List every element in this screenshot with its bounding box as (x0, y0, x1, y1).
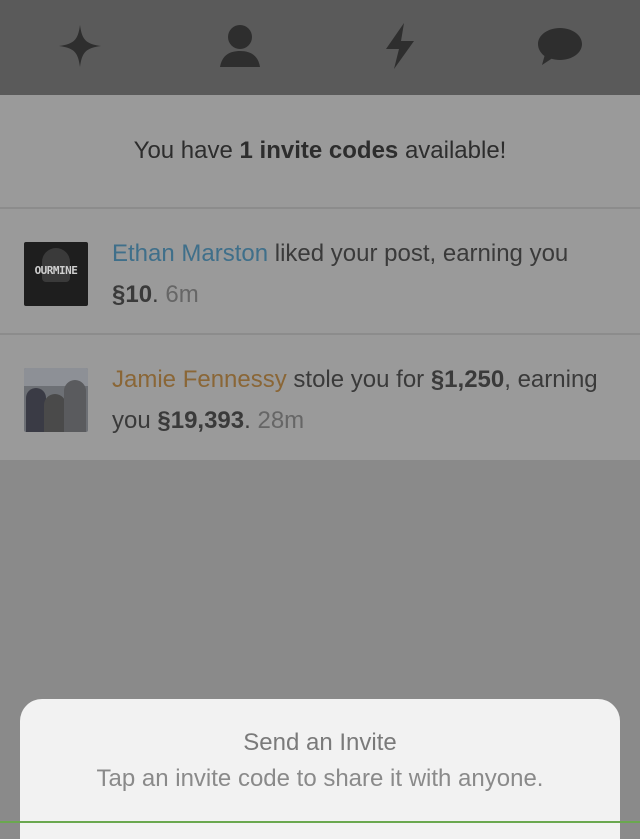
chat-bubble-icon (538, 28, 582, 65)
tab-profile[interactable] (210, 20, 270, 72)
avatar[interactable]: OURMINE (24, 242, 88, 306)
avatar[interactable] (24, 368, 88, 432)
avatar-logo-text: OURMINE (34, 264, 78, 277)
notification-body: liked your post, earning you (268, 240, 569, 267)
invite-banner-prefix: You have (133, 137, 233, 164)
timestamp: 28m (257, 407, 305, 434)
tab-bar (0, 0, 640, 95)
invite-sheet: Send an Invite Tap an invite code to sha… (20, 699, 620, 839)
invite-count: 1 invite codes (239, 137, 399, 164)
amount: §1,250 (430, 366, 505, 393)
notification-text: Ethan Marston liked your post, earning y… (112, 233, 612, 315)
invite-banner-suffix: available! (404, 137, 507, 164)
person-icon (220, 25, 260, 67)
amount: §19,393 (157, 407, 245, 434)
tab-activity[interactable] (370, 20, 430, 72)
lightning-icon (386, 23, 414, 69)
sparkle-icon (59, 25, 101, 67)
activity-list: You have 1 invite codes available! OURMI… (0, 95, 640, 460)
photo-person (26, 388, 46, 432)
timestamp: 6m (165, 281, 199, 308)
notification-item[interactable]: OURMINE Ethan Marston liked your post, e… (0, 209, 640, 335)
notification-body: stole you for (286, 366, 431, 393)
notification-body: . (244, 407, 258, 434)
notification-item[interactable]: Jamie Fennessy stole you for §1,250, ear… (0, 335, 640, 459)
notification-text: Jamie Fennessy stole you for §1,250, ear… (112, 359, 612, 441)
amount: §10 (112, 281, 153, 308)
sheet-title: Send an Invite (243, 729, 397, 756)
invite-banner[interactable]: You have 1 invite codes available! (0, 95, 640, 209)
sheet-subtitle: Tap an invite code to share it with anyo… (96, 765, 544, 792)
user-name-link[interactable]: Jamie Fennessy (112, 366, 287, 393)
user-name-link[interactable]: Ethan Marston (112, 240, 268, 267)
photo-person (44, 394, 66, 432)
photo-person (64, 380, 86, 432)
tab-discover[interactable] (50, 20, 110, 72)
tab-messages[interactable] (530, 20, 590, 72)
notification-body: . (152, 281, 166, 308)
